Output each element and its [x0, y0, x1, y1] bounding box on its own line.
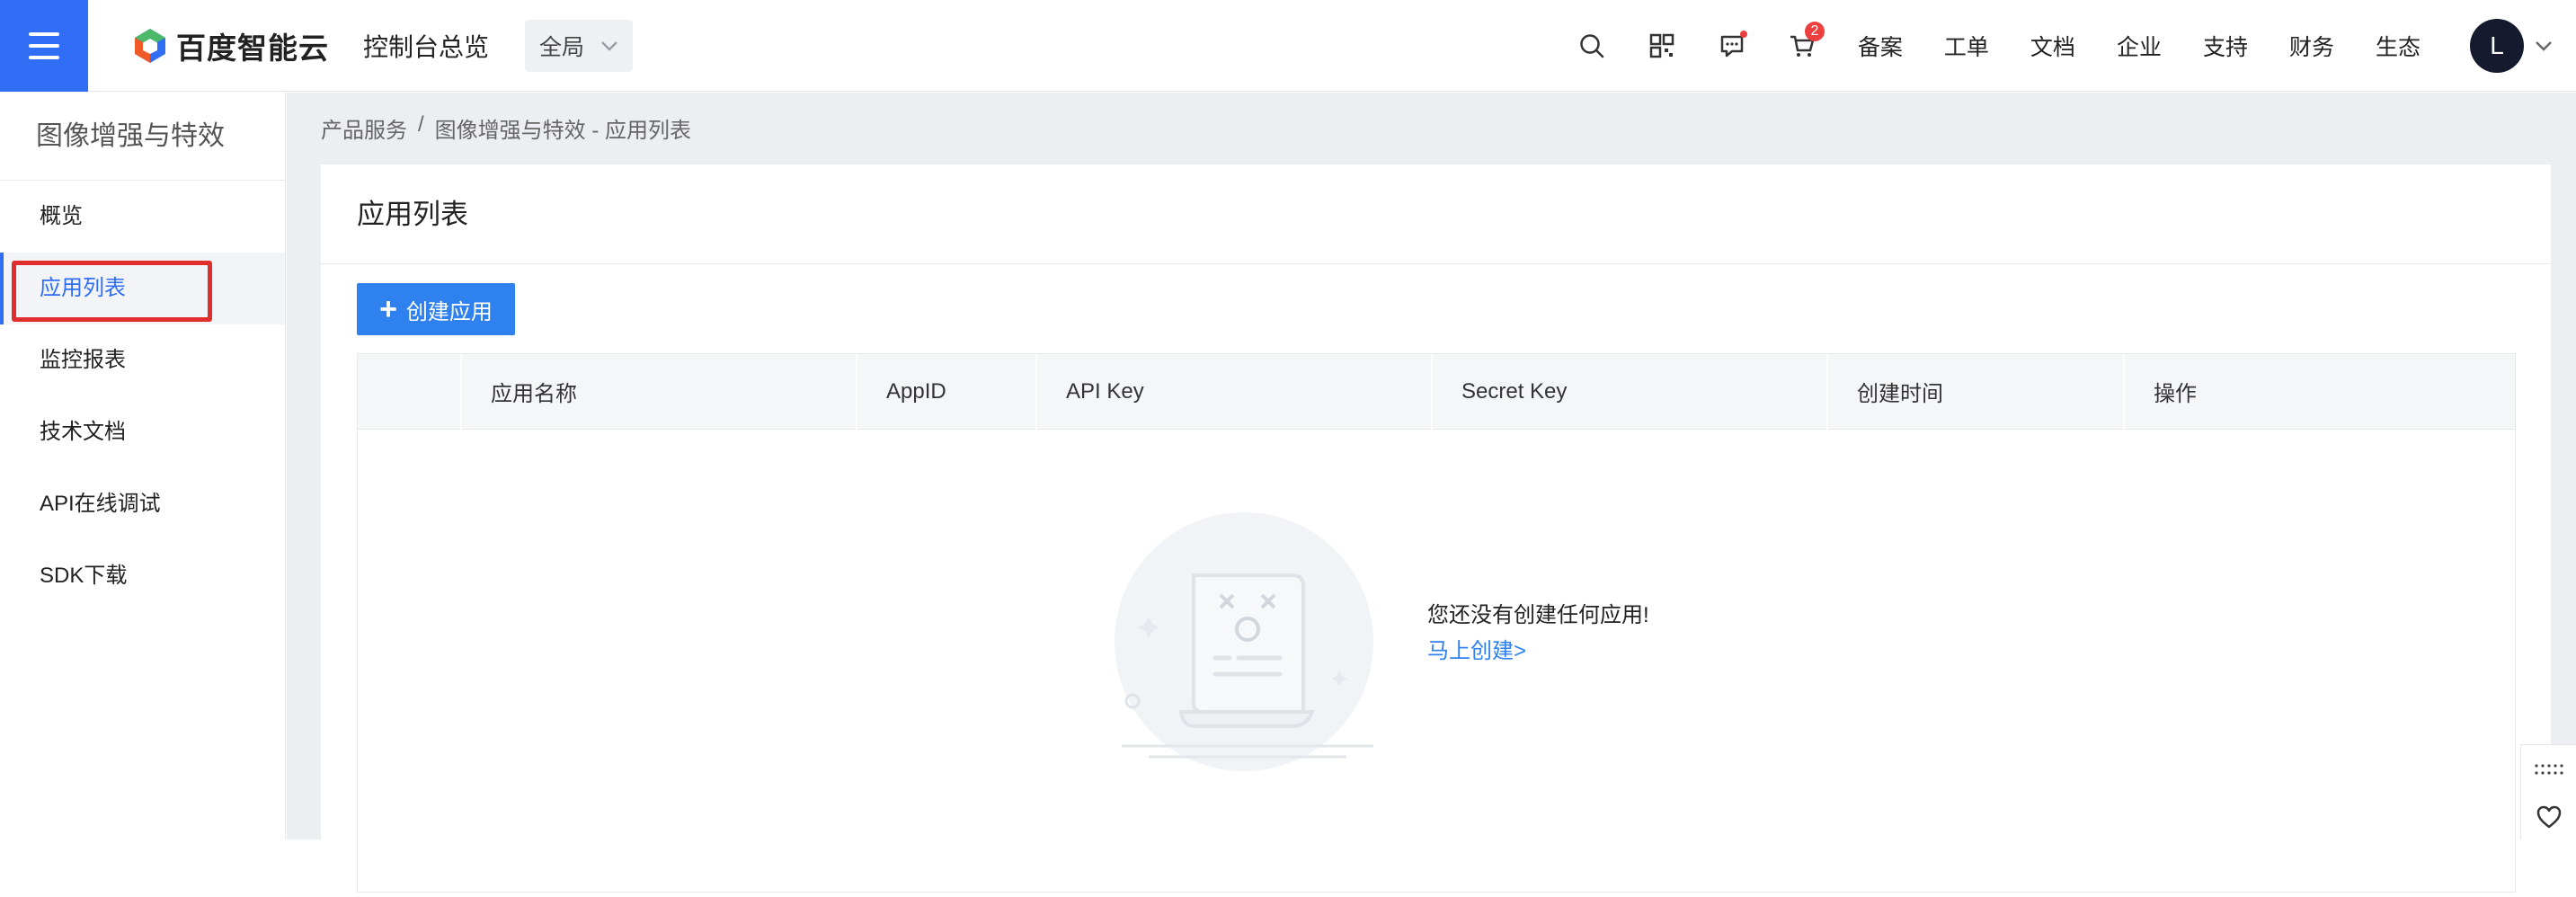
table-header-api-key: API Key — [1037, 353, 1433, 430]
empty-document-illustration-icon — [1115, 512, 1373, 771]
nav-link-enterprise[interactable]: 企业 — [2117, 30, 2162, 62]
messages-button[interactable] — [1697, 0, 1767, 92]
favorite-button[interactable] — [2521, 793, 2576, 840]
empty-state-message: 您还没有创建任何应用! — [1427, 603, 1649, 627]
floating-toolbar — [2520, 744, 2576, 839]
table-header-actions: 操作 — [2154, 382, 2197, 406]
sidebar-item-tech-docs[interactable]: 技术文档 — [0, 396, 285, 468]
table-header-secret-key: Secret Key — [1433, 353, 1828, 430]
page-title: 应用列表 — [321, 164, 2551, 264]
dots-grid-icon — [2534, 763, 2563, 775]
sidebar-item-sdk-download[interactable]: SDK下载 — [0, 540, 285, 612]
hamburger-line — [29, 55, 59, 59]
table-header-created-time: 创建时间 — [1828, 353, 2125, 430]
topbar-actions: 2 备案 工单 文档 企业 支持 财务 生态 L — [1557, 0, 2576, 92]
empty-state: 您还没有创建任何应用! 马上创建> — [358, 430, 2515, 897]
brand-name: 百度智能云 — [176, 31, 329, 65]
app-list-card: 应用列表 + 创建应用 应用名称 AppID API Key Secret Ke… — [321, 164, 2551, 893]
sidebar-item-app-list[interactable]: 应用列表 — [0, 253, 285, 324]
sidebar-item-api-debug[interactable]: API在线调试 — [0, 468, 285, 540]
qrcode-button[interactable] — [1627, 0, 1697, 92]
main-content: 产品服务 / 图像增强与特效 - 应用列表 应用列表 + 创建应用 应用名称 A… — [287, 93, 2576, 893]
sidebar-title: 图像增强与特效 — [0, 93, 285, 181]
nav-link-ticket[interactable]: 工单 — [1944, 30, 1989, 62]
table-header: 应用名称 AppID API Key Secret Key 创建时间 操作 — [358, 353, 2515, 430]
app-table: 应用名称 AppID API Key Secret Key 创建时间 操作 您还… — [357, 353, 2516, 893]
chevron-down-icon — [601, 40, 617, 51]
sidebar-item-overview[interactable]: 概览 — [0, 181, 285, 253]
hamburger-menu-button[interactable] — [0, 0, 88, 92]
breadcrumb-separator: / — [418, 112, 424, 137]
cart-button[interactable]: 2 — [1767, 0, 1837, 92]
hamburger-line — [29, 31, 59, 36]
top-navbar: 百度智能云 控制台总览 全局 2 备案 工单 文档 企业 支持 财务 生态 L — [0, 0, 2576, 92]
console-overview-link[interactable]: 控制台总览 — [363, 28, 489, 64]
heart-icon — [2536, 805, 2561, 828]
search-icon — [1580, 34, 1604, 58]
create-app-label: 创建应用 — [405, 299, 493, 324]
region-value: 全局 — [539, 34, 585, 60]
unread-dot — [1739, 31, 1747, 38]
more-tools-button[interactable] — [2521, 745, 2576, 793]
region-select[interactable]: 全局 — [525, 19, 634, 72]
create-app-button[interactable]: + 创建应用 — [357, 283, 515, 335]
breadcrumb-current: 图像增强与特效 - 应用列表 — [434, 119, 691, 143]
breadcrumb: 产品服务 / 图像增强与特效 - 应用列表 — [321, 112, 691, 144]
breadcrumb-root-link[interactable]: 产品服务 — [321, 112, 407, 144]
qrcode-icon — [1649, 33, 1674, 58]
user-avatar[interactable]: L — [2470, 19, 2524, 73]
create-now-link[interactable]: 马上创建> — [1427, 633, 1526, 664]
nav-link-support[interactable]: 支持 — [2203, 30, 2248, 62]
hamburger-line — [29, 43, 59, 48]
product-sidebar: 图像增强与特效 概览 应用列表 监控报表 技术文档 API在线调试 SDK下载 — [0, 93, 286, 839]
cart-count-badge: 2 — [1804, 22, 1825, 41]
brand-logo[interactable]: 百度智能云 — [131, 24, 329, 67]
baidu-cloud-logo-icon — [135, 28, 165, 63]
search-button[interactable] — [1557, 0, 1627, 92]
nav-link-ecosystem[interactable]: 生态 — [2376, 30, 2421, 62]
nav-link-finance[interactable]: 财务 — [2289, 30, 2334, 62]
nav-link-beian[interactable]: 备案 — [1858, 30, 1903, 62]
nav-link-docs[interactable]: 文档 — [2030, 30, 2075, 62]
table-header-appid: AppID — [857, 353, 1037, 430]
table-header-app-name: 应用名称 — [462, 353, 857, 430]
chevron-down-icon[interactable] — [2535, 40, 2553, 52]
sidebar-item-monitoring[interactable]: 监控报表 — [0, 324, 285, 396]
table-header-checkbox-col — [358, 353, 462, 430]
plus-icon: + — [379, 292, 397, 326]
